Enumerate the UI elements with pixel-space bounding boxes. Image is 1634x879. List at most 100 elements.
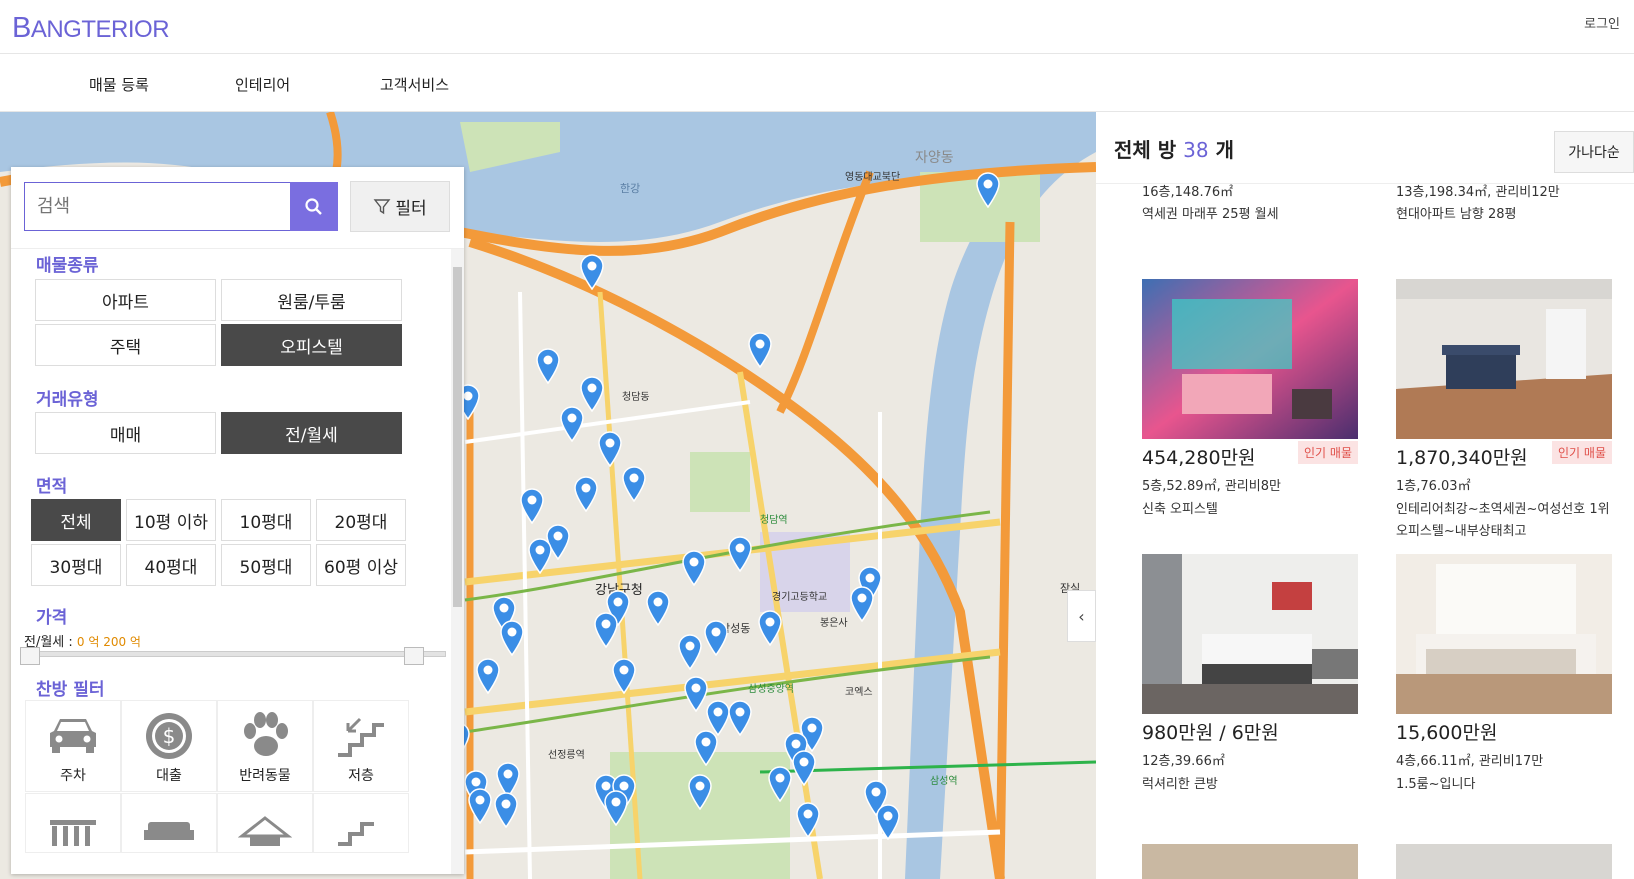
listing-price: 980만원 / 6만원 [1142,722,1279,744]
price-slider[interactable] [20,647,446,665]
map-pin-icon[interactable] [467,788,493,824]
map-pin-icon[interactable] [727,536,753,572]
slider-min-handle[interactable] [20,647,40,665]
map-pin-icon[interactable] [747,332,773,368]
feature-low-floor[interactable]: 저층 [313,700,409,792]
map-pin-icon[interactable] [475,658,501,694]
map-pin-icon[interactable] [493,792,519,828]
app-header: BANGTERIOR 로그인 [0,0,1634,54]
map-pin-icon[interactable] [527,538,553,574]
map-pin-icon[interactable] [681,550,707,586]
listing-price: 1,870,340만원 [1396,447,1528,469]
filter-scrollbar[interactable] [451,249,464,874]
feature-parking-label: 주차 [60,768,86,784]
nav-item-register[interactable]: 매물 등록 [89,74,149,95]
listing-price-row: 454,280만원 인기 매물 [1142,441,1362,470]
map-pin-icon[interactable] [677,634,703,670]
stairs-icon [338,717,384,757]
option-area-40s[interactable]: 40평대 [126,544,216,586]
map-pin-icon[interactable] [573,476,599,512]
map-pin-icon[interactable] [499,620,525,656]
map-pin-icon[interactable] [727,700,753,736]
map-pin-icon[interactable] [597,431,623,467]
map-pin-icon[interactable] [579,254,605,290]
filter-button[interactable]: 필터 [350,181,450,232]
listing-card[interactable]: 1,870,340만원 인기 매물 1층,76.03㎡ 인테리어최강~초역세권~여… [1396,279,1616,543]
logo[interactable]: BANGTERIOR [12,12,170,45]
listing-meta: 16층,148.76㎡ [1142,185,1234,200]
nav-item-customer-service[interactable]: 고객서비스 [380,74,449,95]
listing-item-partial[interactable]: 16층,148.76㎡ 역세권 마래푸 25평 월세 [1142,182,1279,226]
map-pin-icon[interactable] [975,172,1001,208]
feature-parking[interactable]: 주차 [25,700,121,792]
option-house[interactable]: 주택 [35,324,216,366]
listing-card[interactable]: 980만원 / 6만원 12층,39.66㎡ 럭셔리한 큰방 [1142,554,1362,796]
listing-price: 454,280만원 [1142,447,1256,469]
car-icon [50,719,96,753]
map-pin-icon[interactable] [611,658,637,694]
option-sale[interactable]: 매매 [35,412,216,454]
map-pin-icon[interactable] [875,804,901,840]
map-pin-icon[interactable] [603,790,629,826]
map-pin-icon[interactable] [687,774,713,810]
option-area-10s[interactable]: 10평대 [221,499,311,541]
option-apartment[interactable]: 아파트 [35,279,216,321]
section-title-area: 면적 [36,477,68,497]
map-pin-icon[interactable] [535,348,561,384]
feature-more-2[interactable] [121,793,217,853]
option-officetel[interactable]: 오피스텔 [221,324,402,366]
listing-photo [1142,279,1358,439]
feature-more-3[interactable] [217,793,313,853]
listing-desc: 현대아파트 남향 28평 [1396,207,1517,222]
map-label-jayang: 자양동 [915,150,954,166]
search-button[interactable] [290,182,338,231]
scrollbar-thumb[interactable] [453,267,462,607]
map-pin-icon[interactable] [593,612,619,648]
map-pin-icon[interactable] [519,488,545,524]
feature-more-4[interactable] [313,793,409,853]
feature-low-floor-label: 저층 [348,768,374,784]
sort-button[interactable]: 가나다순 [1554,131,1634,173]
feature-more-1[interactable] [25,793,121,853]
feature-loan[interactable]: $ 대출 [121,700,217,792]
listing-desc: 인테리어최강~초역세권~여성선호 1위오피스텔~내부상태최고 [1396,502,1610,539]
map-pin-icon[interactable] [767,766,793,802]
map-pin-icon[interactable] [621,466,647,502]
slider-max-handle[interactable] [404,647,424,665]
option-area-20s[interactable]: 20평대 [316,499,406,541]
map-pin-icon[interactable] [645,590,671,626]
collapse-list-button[interactable]: ‹ [1067,590,1096,642]
listing-desc: 럭셔리한 큰방 [1142,777,1218,792]
main-nav: 매물 등록 인테리어 고객서비스 [0,54,1634,112]
login-link[interactable]: 로그인 [1584,13,1620,32]
map-pin-icon[interactable] [791,750,817,786]
map-label-gyeonggi-hs: 경기고등학교 [772,590,827,603]
option-oneroom[interactable]: 원룸/투룸 [221,279,402,321]
map-label-bongeunsa: 봉은사 [820,617,848,629]
feature-pets[interactable]: 반려동물 [217,700,313,792]
map-pin-icon[interactable] [703,620,729,656]
option-area-50s[interactable]: 50평대 [221,544,311,586]
map-pin-icon[interactable] [559,406,585,442]
map-pin-icon[interactable] [757,610,783,646]
listing-item-partial[interactable]: 13층,198.34㎡, 관리비12만 현대아파트 남향 28평 [1396,182,1560,226]
map-label-cheongdam-station: 청담역 [760,514,788,526]
listing-photo-partial [1396,844,1612,879]
listing-card[interactable]: 454,280만원 인기 매물 5층,52.89㎡, 관리비8만 신축 오피스텔 [1142,279,1362,521]
listing-card[interactable]: 15,600만원 4층,66.11㎡, 관리비17만 1.5룸~입니다 [1396,554,1616,796]
map-pin-icon[interactable] [849,586,875,622]
option-area-30s[interactable]: 30평대 [31,544,121,586]
map-label-river: 한강 [620,182,640,195]
map-pin-icon[interactable] [795,802,821,838]
map-pin-icon[interactable] [693,730,719,766]
listing-desc: 신축 오피스텔 [1142,502,1218,517]
option-area-60plus[interactable]: 60평 이상 [316,544,406,586]
option-area-all[interactable]: 전체 [31,499,121,541]
nav-item-interior[interactable]: 인테리어 [235,74,290,95]
sofa-icon [144,822,194,840]
search-input[interactable] [24,182,290,231]
option-rent[interactable]: 전/월세 [221,412,402,454]
count-suffix: 개 [1215,138,1234,162]
map-label-bridge: 영동대교북단 [845,171,900,183]
option-area-under10[interactable]: 10평 이하 [126,499,216,541]
